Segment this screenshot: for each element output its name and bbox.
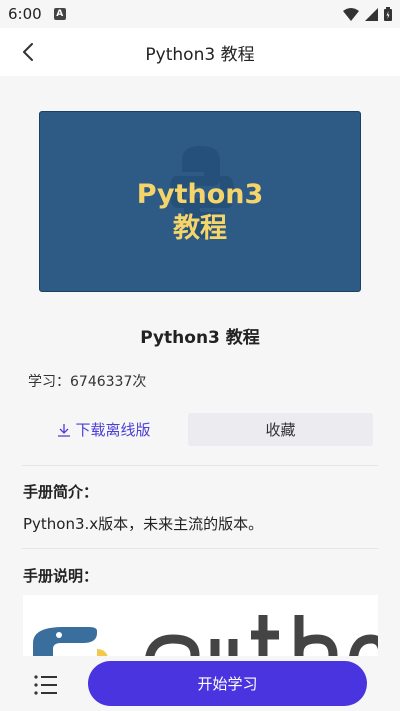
intro-text: Python3.x版本，未来主流的版本。 xyxy=(23,515,264,533)
status-icons xyxy=(343,7,392,21)
start-learning-label: 开始学习 xyxy=(197,675,258,693)
menu-button[interactable] xyxy=(33,674,59,696)
favorite-label: 收藏 xyxy=(265,421,296,439)
divider xyxy=(22,465,378,466)
cover-title-line1: Python3 xyxy=(136,179,264,210)
signal-icon xyxy=(365,7,378,21)
study-count: 学习：6746337次 xyxy=(28,374,147,390)
manual-heading: 手册说明： xyxy=(23,567,99,585)
intro-heading: 手册简介： xyxy=(23,483,99,501)
bottom-bar: 开始学习 xyxy=(0,656,400,711)
divider xyxy=(22,548,378,549)
back-button[interactable] xyxy=(14,38,42,66)
favorite-button[interactable]: 收藏 xyxy=(188,413,373,446)
download-offline-button[interactable]: 下载离线版 xyxy=(28,413,180,446)
download-icon xyxy=(58,423,71,437)
app-header: Python3 教程 xyxy=(0,28,400,76)
page-title: Python3 教程 xyxy=(145,44,255,65)
battery-icon xyxy=(384,7,392,21)
python-wordmark-icon xyxy=(33,615,378,656)
download-offline-label: 下载离线版 xyxy=(75,421,151,439)
status-time: 6:00 xyxy=(8,5,42,23)
notification-icon: A xyxy=(53,8,66,20)
content-area[interactable]: Python3 教程 Python3 教程 学习：6746337次 下载离线版 … xyxy=(0,76,400,656)
cover-title-line2: 教程 xyxy=(173,213,227,244)
list-menu-icon xyxy=(34,675,57,695)
book-title: Python3 教程 xyxy=(140,328,260,348)
status-bar: 6:00 A xyxy=(0,0,400,28)
chevron-left-icon xyxy=(23,43,33,61)
book-cover: Python3 教程 xyxy=(39,111,361,292)
start-learning-button[interactable]: 开始学习 xyxy=(88,661,367,706)
cover-title: Python3 教程 xyxy=(40,178,360,246)
python-logo-image xyxy=(23,595,378,656)
wifi-icon xyxy=(343,7,359,21)
